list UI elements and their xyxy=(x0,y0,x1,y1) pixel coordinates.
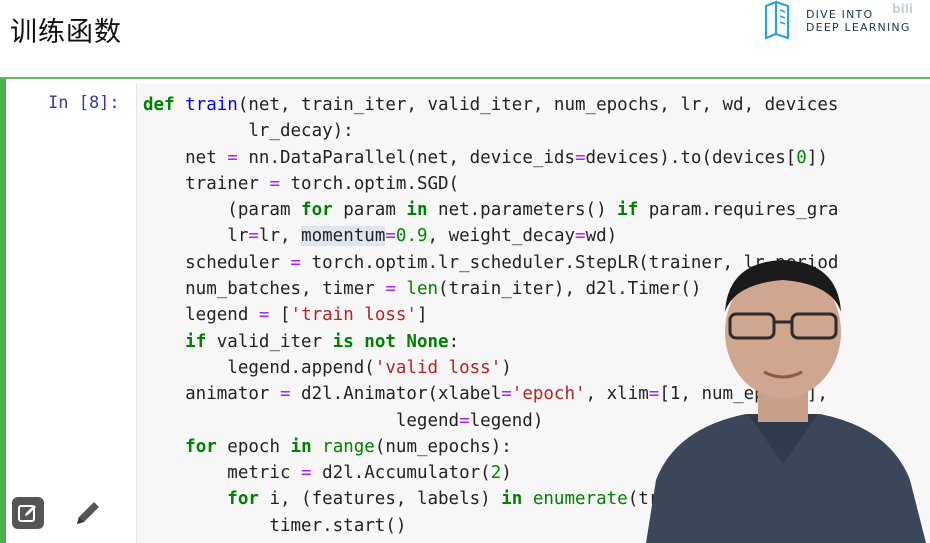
code-text: ] xyxy=(416,305,428,326)
code-text: nn.DataParallel(net, device_ids xyxy=(237,147,575,168)
code-text: d2l.Accumulator( xyxy=(311,463,491,484)
code-string: 'valid loss' xyxy=(374,357,502,378)
code-text: d2l.Animator(xlabel xyxy=(290,384,502,405)
code-keyword: for xyxy=(185,436,217,457)
edit-box-icon xyxy=(18,505,36,522)
code-operator: = xyxy=(258,305,270,326)
cell-prompt: In [8]: xyxy=(48,93,120,113)
code-text: net xyxy=(143,147,228,168)
code-operator: = xyxy=(279,384,291,405)
code-text: lr, xyxy=(258,226,302,247)
code-line[interactable]: (param for param in net.parameters() if … xyxy=(143,197,838,223)
code-text: param.requires_gra xyxy=(638,200,839,221)
code-text: legend xyxy=(143,410,460,431)
code-keyword: def xyxy=(143,95,175,115)
code-text: timer.start() xyxy=(143,515,407,536)
logo-line-1: DIVE INTO xyxy=(806,8,874,21)
code-builtin: range xyxy=(322,436,375,457)
code-number: 0.9 xyxy=(395,226,428,247)
code-text: valid_iter xyxy=(206,331,333,352)
code-text: epoch xyxy=(216,436,291,457)
code-line[interactable]: trainer = torch.optim.SGD( xyxy=(143,171,838,197)
code-builtin: enumerate xyxy=(532,489,628,510)
code-operator: = xyxy=(301,463,312,484)
code-line[interactable]: lr=lr, momentum=0.9, weight_decay=wd) xyxy=(143,223,838,249)
code-line[interactable]: net = nn.DataParallel(net, device_ids=de… xyxy=(143,145,838,171)
code-text: : xyxy=(448,331,460,352)
code-text: lr xyxy=(143,226,249,247)
code-number: 2 xyxy=(490,463,502,484)
code-operator: = xyxy=(385,226,396,247)
logo-line-2: DEEP LEARNING xyxy=(806,21,911,34)
code-operator: = xyxy=(501,384,512,405)
code-text: scheduler xyxy=(143,252,291,273)
page-title: 训练函数 xyxy=(10,17,122,48)
code-keyword: is not None xyxy=(332,331,449,352)
code-keyword: in xyxy=(501,489,523,510)
code-operator: = xyxy=(459,410,470,431)
code-text: [ xyxy=(269,305,291,326)
code-text: legend xyxy=(143,305,259,326)
header: 训练函数 bili DIVE INTO DEEP LEARNING xyxy=(0,0,930,78)
code-text: , weight_decay xyxy=(427,226,576,247)
code-text: legend.append( xyxy=(143,357,375,378)
cell-selection-strip xyxy=(0,79,6,543)
code-number: 0 xyxy=(796,147,807,168)
code-text: devices).to(devices[ xyxy=(585,147,797,168)
code-text: torch.optim.SGD( xyxy=(279,173,460,194)
code-text: metric xyxy=(143,463,302,484)
code-text: (num_epochs): xyxy=(374,436,512,457)
logo-wordmark: DIVE INTO DEEP LEARNING xyxy=(806,8,911,34)
code-text: ) xyxy=(501,463,512,484)
code-operator: = xyxy=(227,147,238,168)
code-text: lr_decay): xyxy=(143,121,354,142)
code-keyword: in xyxy=(290,436,312,457)
code-text: (net, train_iter, valid_iter, num_epochs… xyxy=(237,95,839,115)
code-operator: = xyxy=(290,252,302,273)
code-text: net.parameters() xyxy=(427,200,618,221)
code-text: num_batches, timer xyxy=(143,279,386,300)
code-text: ) xyxy=(501,357,512,378)
edit-box-button[interactable] xyxy=(12,497,44,529)
code-text: legend) xyxy=(469,410,544,431)
pencil-icon xyxy=(77,502,99,524)
code-operator: = xyxy=(575,147,586,168)
code-highlight: momentum xyxy=(301,226,386,247)
code-text: (param xyxy=(143,200,302,221)
code-line[interactable]: def train(net, train_iter, valid_iter, n… xyxy=(143,92,838,118)
code-operator: = xyxy=(575,226,586,247)
presenter-video-overlay xyxy=(646,260,926,543)
code-operator: = xyxy=(269,173,280,194)
code-string: 'train loss' xyxy=(290,305,417,326)
book-logo-icon xyxy=(764,0,790,40)
code-keyword: in xyxy=(406,200,428,221)
code-string: 'epoch' xyxy=(511,384,586,405)
code-keyword: if xyxy=(185,331,207,352)
code-text: trainer xyxy=(143,173,270,194)
code-line[interactable]: lr_decay): xyxy=(143,118,838,144)
code-operator: = xyxy=(385,279,396,300)
code-keyword: for xyxy=(301,200,333,221)
d2l-logo: DIVE INTO DEEP LEARNING xyxy=(762,0,930,44)
code-operator: = xyxy=(248,226,259,247)
code-text: ]) xyxy=(806,147,828,168)
code-text: wd) xyxy=(585,226,618,247)
code-keyword: if xyxy=(617,200,639,221)
code-text: i, (features, labels) xyxy=(258,489,502,510)
code-text: animator xyxy=(143,384,280,405)
code-builtin: len xyxy=(406,279,439,300)
pencil-button[interactable] xyxy=(72,497,104,529)
code-function-name: train xyxy=(185,95,238,115)
code-text: param xyxy=(332,200,407,221)
code-keyword: for xyxy=(227,489,259,510)
